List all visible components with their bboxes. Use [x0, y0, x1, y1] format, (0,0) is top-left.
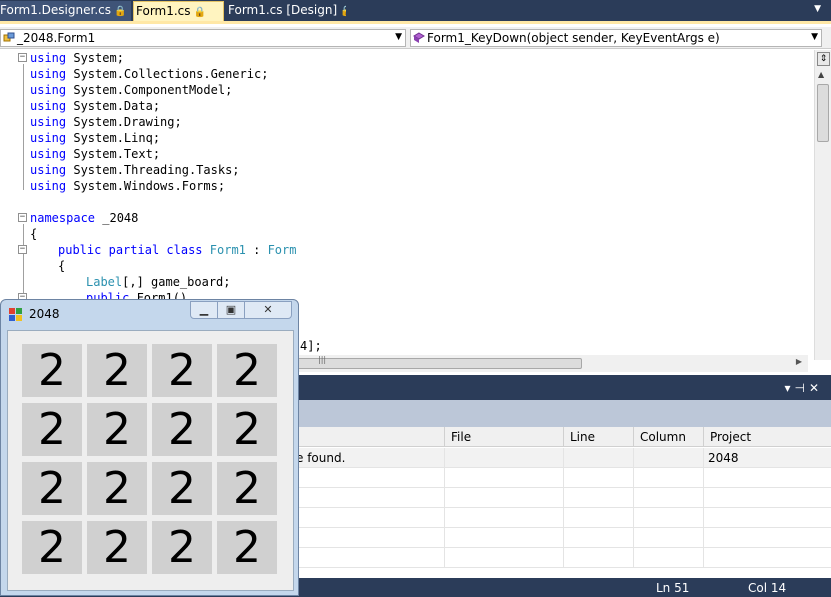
class-icon — [3, 32, 15, 42]
vertical-scrollbar[interactable]: ⇕ ▲ — [814, 50, 831, 360]
tab-label: Form1.cs [Design] — [228, 3, 338, 17]
table-row — [296, 528, 831, 548]
row-column — [633, 448, 703, 468]
table-row — [296, 508, 831, 528]
game-tile: 2 — [22, 521, 82, 574]
column-header-line[interactable]: Line — [563, 427, 633, 447]
game-tile: 2 — [217, 462, 277, 515]
game-tile: 2 — [87, 462, 147, 515]
code-line: using System.Drawing; — [30, 115, 182, 129]
tab-form1-design[interactable]: Form1.cs [Design]🔒 — [226, 1, 346, 21]
tab-label: Form1.cs — [136, 4, 191, 18]
game-tile: 2 — [22, 462, 82, 515]
game-tile: 2 — [22, 344, 82, 397]
tab-list-dropdown-icon[interactable]: ▼ — [814, 4, 821, 14]
method-icon — [413, 32, 425, 43]
error-list-panel: ▾⊣✕ File Line Column Project e found. 20… — [296, 378, 831, 578]
pin-icon[interactable]: ⊣ — [794, 381, 808, 395]
code-line: using System.Linq; — [30, 131, 161, 145]
game-tile: 2 — [87, 521, 147, 574]
dropdown-icon[interactable]: ▾ — [784, 381, 794, 395]
panel-toolbar — [296, 400, 831, 427]
code-line: namespace _2048 — [30, 211, 139, 225]
code-line: using System; — [30, 51, 124, 65]
tab-form1-cs[interactable]: Form1.cs 🔒 — [133, 1, 224, 21]
panel-window-buttons: ▾⊣✕ — [784, 381, 823, 395]
error-list-header: File Line Column Project — [296, 427, 831, 447]
class-dropdown[interactable]: _2048.Form1 ▼ — [0, 29, 406, 47]
table-row — [296, 488, 831, 508]
collapse-icon[interactable]: − — [18, 53, 27, 62]
code-line: using System.Windows.Forms; — [30, 179, 226, 193]
window-title: 2048 — [29, 307, 60, 321]
lock-icon: 🔒 — [114, 6, 127, 17]
column-header-project[interactable]: Project — [703, 427, 831, 447]
code-line: Label[,] game_board; — [86, 275, 231, 289]
collapse-icon[interactable]: − — [18, 213, 27, 222]
row-description: e found. — [296, 451, 346, 465]
code-line: using System.Threading.Tasks; — [30, 163, 240, 177]
tab-form1-designer-cs[interactable]: Form1.Designer.cs🔒× — [0, 1, 131, 21]
app-icon — [9, 308, 22, 321]
document-tab-strip: Form1.Designer.cs🔒× Form1.cs🔒 Form1.cs [… — [0, 0, 831, 21]
code-line: 4]; — [300, 339, 322, 353]
lock-icon: 🔒 — [340, 6, 346, 17]
status-line: Ln 51 — [656, 581, 690, 595]
navigation-bar: _2048.Form1 ▼ Form1_KeyDown(object sende… — [0, 27, 831, 49]
status-column: Col 14 — [748, 581, 787, 595]
row-line — [563, 448, 633, 468]
split-handle-icon[interactable]: ⇕ — [817, 52, 830, 66]
row-file — [444, 448, 563, 468]
game-window: 2048 ▁ ▣ ✕ 2222222222222222 — [0, 299, 299, 596]
table-row — [296, 548, 831, 568]
game-tile: 2 — [217, 344, 277, 397]
code-line: using System.Text; — [30, 147, 161, 161]
table-row[interactable]: e found. 2048 — [296, 448, 831, 468]
game-tile: 2 — [87, 403, 147, 456]
game-tile: 2 — [152, 462, 212, 515]
collapse-icon[interactable]: − — [18, 245, 27, 254]
member-dropdown[interactable]: Form1_KeyDown(object sender, KeyEventArg… — [410, 29, 822, 47]
game-tile: 2 — [152, 403, 212, 456]
close-button[interactable]: ✕ — [244, 301, 292, 319]
code-line: { — [30, 227, 38, 241]
horizontal-scrollbar[interactable]: ||| ▶ — [296, 355, 808, 372]
class-dropdown-value: _2048.Form1 — [17, 31, 96, 45]
game-tile: 2 — [152, 521, 212, 574]
game-tile: 2 — [152, 344, 212, 397]
outline-guide — [23, 64, 24, 190]
code-line: using System.Collections.Generic; — [30, 67, 269, 81]
code-line: using System.Data; — [30, 99, 161, 113]
scroll-thumb[interactable] — [817, 84, 829, 142]
close-icon[interactable]: ✕ — [809, 381, 823, 395]
lock-icon: 🔒 — [193, 7, 206, 18]
game-tile: 2 — [217, 521, 277, 574]
maximize-button[interactable]: ▣ — [217, 301, 245, 319]
scroll-thumb[interactable] — [296, 358, 582, 369]
member-dropdown-value: Form1_KeyDown(object sender, KeyEventArg… — [427, 31, 720, 45]
code-line: using System.ComponentModel; — [30, 83, 233, 97]
game-tile: 2 — [87, 344, 147, 397]
window-buttons: ▁ ▣ ✕ — [190, 301, 295, 319]
chevron-down-icon: ▼ — [811, 32, 818, 42]
grip-icon: ||| — [318, 355, 327, 364]
game-board: 2222222222222222 — [7, 330, 294, 591]
column-header-column[interactable]: Column — [633, 427, 703, 447]
scroll-up-icon[interactable]: ▲ — [818, 70, 824, 79]
row-project: 2048 — [703, 448, 831, 468]
table-row — [296, 468, 831, 488]
code-line: public partial class Form1 : Form — [58, 243, 297, 257]
scroll-right-icon[interactable]: ▶ — [796, 357, 802, 366]
column-header-file[interactable]: File — [444, 427, 563, 447]
game-tile: 2 — [217, 403, 277, 456]
minimize-button[interactable]: ▁ — [190, 301, 218, 319]
chevron-down-icon: ▼ — [395, 32, 402, 42]
panel-header: ▾⊣✕ — [296, 378, 831, 400]
code-line: { — [58, 259, 66, 273]
tab-label: Form1.Designer.cs — [0, 3, 111, 17]
game-tile: 2 — [22, 403, 82, 456]
status-bar: Ln 51 Col 14 — [296, 578, 831, 597]
